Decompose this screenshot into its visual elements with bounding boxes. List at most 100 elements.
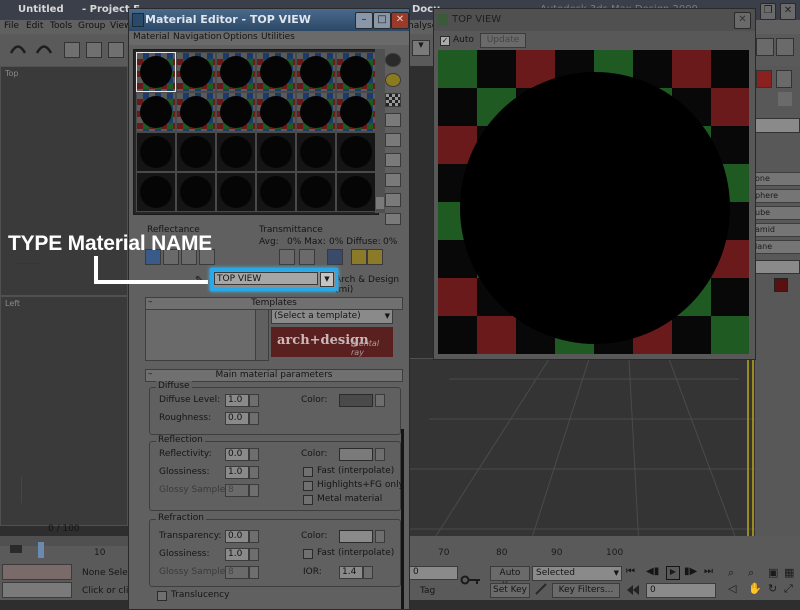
update-button[interactable]: Update xyxy=(480,33,526,48)
video-color-check-icon[interactable] xyxy=(385,133,401,147)
reflectivity-spinner[interactable] xyxy=(249,448,259,461)
menu-file[interactable]: File xyxy=(4,21,19,31)
sample-slot[interactable] xyxy=(336,172,376,212)
refl-fast-checkbox[interactable] xyxy=(303,467,313,477)
sample-slot[interactable] xyxy=(296,52,336,92)
diffuse-map-button[interactable] xyxy=(375,394,385,407)
diffuse-level-spinner[interactable] xyxy=(249,394,259,407)
object-type-dropdown[interactable] xyxy=(754,118,800,133)
menu-edit[interactable]: Edit xyxy=(26,21,43,31)
add-time-tag[interactable]: Tag xyxy=(420,586,435,596)
me-menu-material[interactable]: Material xyxy=(133,32,170,42)
name-color-field[interactable] xyxy=(754,260,800,274)
zoom-extents-all-icon[interactable]: ▦ xyxy=(784,566,794,579)
me-menu-utilities[interactable]: Utilities xyxy=(261,32,295,42)
menu-tools[interactable]: Tools xyxy=(50,21,72,31)
refl-color-swatch[interactable] xyxy=(339,448,373,461)
geometry-icon[interactable] xyxy=(778,92,792,106)
orbit-icon[interactable]: ↻ xyxy=(768,582,777,595)
main-params-collapse-icon[interactable]: – xyxy=(148,369,153,380)
refr-color-swatch[interactable] xyxy=(339,530,373,543)
go-to-end-icon[interactable]: ⏭ xyxy=(704,566,713,577)
viewport-left[interactable]: Left xyxy=(0,296,128,526)
sample-slot[interactable] xyxy=(136,132,176,172)
transparency-spinner[interactable] xyxy=(249,530,259,543)
sample-slot[interactable] xyxy=(216,132,256,172)
refr-map-button[interactable] xyxy=(375,530,385,543)
bind-spacewarp-icon[interactable] xyxy=(108,42,124,58)
material-editor-maximize-button[interactable]: □ xyxy=(373,12,391,29)
pan-icon[interactable]: ✋ xyxy=(748,582,762,595)
refl-glossiness-input[interactable]: 1.0 xyxy=(225,466,249,479)
maxscript-output[interactable] xyxy=(2,582,72,598)
key-mode-select[interactable]: Selected ▼ xyxy=(532,566,622,581)
material-name-input[interactable] xyxy=(214,272,318,285)
sample-slot[interactable] xyxy=(176,172,216,212)
sample-slot[interactable] xyxy=(216,172,256,212)
sample-slot[interactable] xyxy=(136,52,176,92)
roughness-spinner[interactable] xyxy=(249,412,259,425)
roughness-input[interactable]: 0.0 xyxy=(225,412,249,425)
sample-slot[interactable] xyxy=(336,52,376,92)
sample-slot[interactable] xyxy=(256,172,296,212)
refr-fast-checkbox[interactable] xyxy=(303,549,313,559)
current-frame-field[interactable]: 0 xyxy=(646,583,716,598)
pick-material-icon[interactable] xyxy=(367,249,383,265)
refl-samples-input[interactable]: 8 xyxy=(225,484,249,497)
material-editor-minimize-button[interactable]: – xyxy=(355,12,373,29)
key-mode-toggle-icon[interactable] xyxy=(626,584,640,596)
metal-material-checkbox[interactable] xyxy=(303,495,313,505)
sample-slot[interactable] xyxy=(256,52,296,92)
refr-samples-input[interactable]: 8 xyxy=(225,566,249,579)
zoom-extents-icon[interactable]: ▣ xyxy=(768,566,778,579)
next-frame-icon[interactable]: ▮▶ xyxy=(684,566,697,577)
sample-slot[interactable] xyxy=(216,92,256,132)
create-tab-icon[interactable] xyxy=(756,70,772,88)
sample-uv-tiling-icon[interactable] xyxy=(385,113,401,127)
viewport-perspective[interactable] xyxy=(408,358,756,548)
ior-spinner[interactable] xyxy=(363,566,373,579)
background-checker-icon[interactable] xyxy=(385,93,401,107)
sample-slot[interactable] xyxy=(256,132,296,172)
select-by-material-icon[interactable] xyxy=(385,193,401,207)
backlight-icon[interactable] xyxy=(385,73,401,87)
sample-slot[interactable] xyxy=(336,132,376,172)
refl-samples-spinner[interactable] xyxy=(249,484,259,497)
field-of-view-icon[interactable]: ◁ xyxy=(728,582,736,595)
coord-field[interactable]: 0 xyxy=(408,566,458,580)
render-setup-icon[interactable] xyxy=(756,38,774,56)
show-end-result-icon[interactable] xyxy=(299,249,315,265)
sample-slot[interactable] xyxy=(176,132,216,172)
menu-group[interactable]: Group xyxy=(78,21,105,31)
me-menu-options[interactable]: Options xyxy=(223,32,258,42)
set-key-button[interactable]: Set Key xyxy=(490,583,530,598)
reflectivity-input[interactable]: 0.0 xyxy=(225,448,249,461)
play-icon[interactable]: ▶ xyxy=(666,566,680,580)
sample-slot[interactable] xyxy=(176,52,216,92)
redo-icon[interactable] xyxy=(34,40,54,58)
app-close-button[interactable]: ✕ xyxy=(780,3,796,20)
material-editor-scrollbar[interactable] xyxy=(401,429,404,609)
refr-glossiness-input[interactable]: 1.0 xyxy=(225,548,249,561)
me-menu-navigation[interactable]: Navigation xyxy=(173,32,222,42)
sample-slot[interactable] xyxy=(136,92,176,132)
options-icon[interactable] xyxy=(385,173,401,187)
app-restore-button[interactable]: ❐ xyxy=(760,3,776,20)
ior-input[interactable]: 1.4 xyxy=(339,566,363,579)
go-to-parent-icon[interactable] xyxy=(327,249,343,265)
sample-slot[interactable] xyxy=(336,92,376,132)
cmd-tube-button[interactable]: ube xyxy=(754,206,800,220)
auto-key-button[interactable]: Auto Key xyxy=(490,566,530,591)
modify-tab-icon[interactable] xyxy=(776,70,792,88)
sample-slot[interactable] xyxy=(296,172,336,212)
sample-slot[interactable] xyxy=(176,92,216,132)
template-select[interactable]: (Select a template) ▼ xyxy=(271,309,393,324)
previous-frame-icon[interactable]: ◀▮ xyxy=(646,566,659,577)
material-name-dropdown-arrow[interactable]: ▼ xyxy=(320,272,334,287)
track-bar-icon[interactable] xyxy=(8,542,24,556)
undo-icon[interactable] xyxy=(8,40,28,58)
toolbar-dropdown[interactable]: ▼ xyxy=(412,40,430,56)
go-to-start-icon[interactable]: ⏮ xyxy=(626,566,635,577)
cmd-geosphere-button[interactable]: phere xyxy=(754,189,800,203)
material-editor-close-button[interactable]: ✕ xyxy=(391,12,409,29)
